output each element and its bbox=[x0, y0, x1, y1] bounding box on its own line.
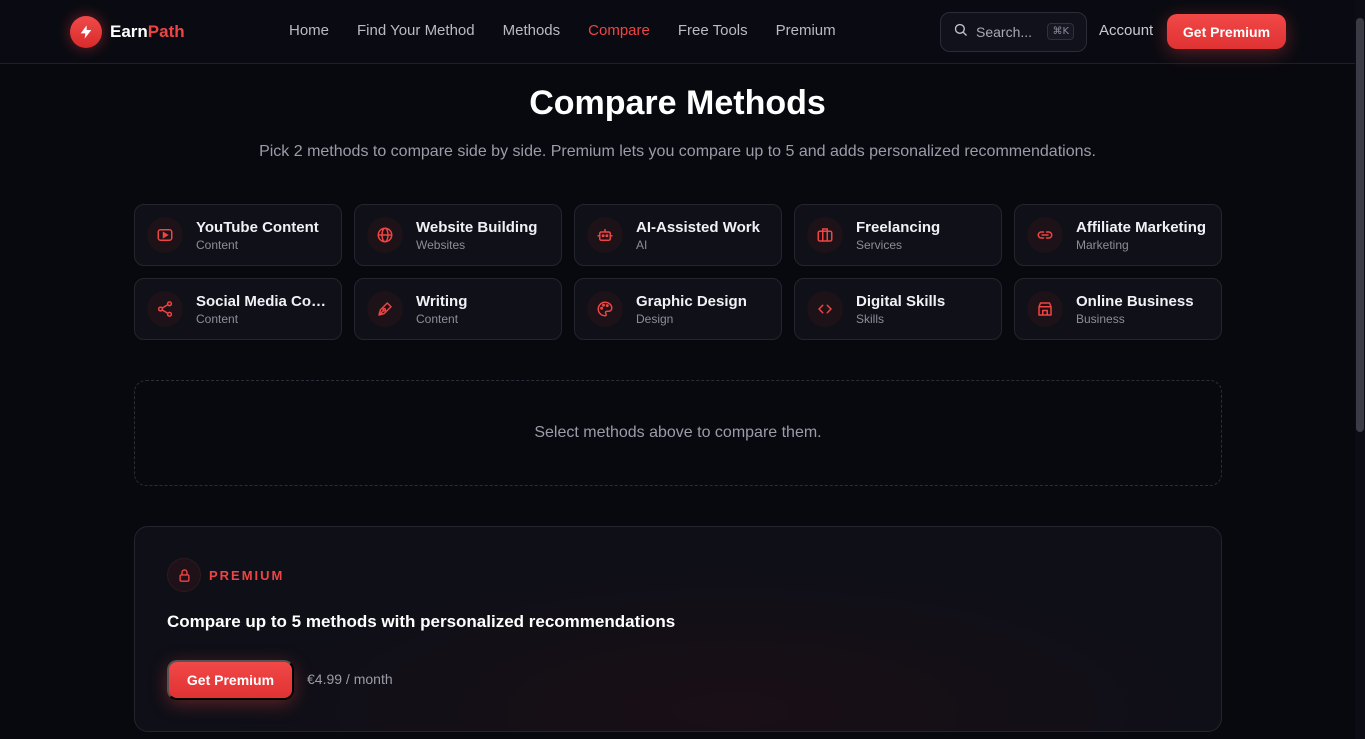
bolt-icon bbox=[70, 16, 102, 48]
method-category: AI bbox=[636, 237, 648, 252]
robot-icon bbox=[587, 217, 623, 253]
nav-find-your-method[interactable]: Find Your Method bbox=[357, 22, 475, 39]
method-title: AI-Assisted Work bbox=[636, 218, 760, 236]
top-navbar: EarnPath Home Find Your Method Methods C… bbox=[0, 0, 1355, 64]
method-card-website-building[interactable]: Website Building Websites bbox=[354, 204, 562, 266]
method-category: Content bbox=[196, 311, 239, 326]
brand-name: EarnPath bbox=[110, 22, 185, 41]
method-card-writing[interactable]: Writing Content bbox=[354, 278, 562, 340]
premium-promo-card: PREMIUM Compare up to 5 methods with per… bbox=[134, 526, 1222, 732]
method-card-ai-assisted-work[interactable]: AI-Assisted Work AI bbox=[574, 204, 782, 266]
page-title: Compare Methods bbox=[529, 84, 826, 122]
method-card-graphic-design[interactable]: Graphic Design Design bbox=[574, 278, 782, 340]
method-card-digital-skills[interactable]: Digital Skills Skills bbox=[794, 278, 1002, 340]
get-premium-button[interactable]: Get Premium bbox=[1167, 14, 1286, 49]
code-icon bbox=[807, 291, 843, 327]
search-icon bbox=[953, 22, 968, 42]
method-title: Writing bbox=[416, 292, 468, 310]
main-nav: Home Find Your Method Methods Compare Fr… bbox=[289, 22, 836, 39]
method-title: Graphic Design bbox=[636, 292, 747, 310]
globe-icon bbox=[367, 217, 403, 253]
method-category: Content bbox=[416, 311, 459, 326]
briefcase-icon bbox=[807, 217, 843, 253]
promo-heading: Compare up to 5 methods with personalize… bbox=[167, 612, 676, 631]
method-card-affiliate-marketing[interactable]: Affiliate Marketing Marketing bbox=[1014, 204, 1222, 266]
palette-icon bbox=[587, 291, 623, 327]
methods-grid: YouTube Content Content Website Building… bbox=[134, 204, 1222, 340]
pen-icon bbox=[367, 291, 403, 327]
method-category: Marketing bbox=[1076, 237, 1129, 252]
method-category: Content bbox=[196, 237, 239, 252]
nav-methods[interactable]: Methods bbox=[503, 22, 561, 39]
method-title: Freelancing bbox=[856, 218, 941, 236]
method-category: Skills bbox=[856, 311, 885, 326]
empty-state-text: Select methods above to compare them. bbox=[534, 424, 822, 441]
share-icon bbox=[147, 291, 183, 327]
search-shortcut: ⌘K bbox=[1047, 23, 1074, 40]
lock-icon bbox=[167, 558, 201, 592]
premium-label: PREMIUM bbox=[209, 567, 285, 583]
store-icon bbox=[1027, 291, 1063, 327]
nav-compare[interactable]: Compare bbox=[588, 22, 650, 39]
method-title: Social Media Content bbox=[196, 292, 334, 310]
method-category: Websites bbox=[416, 237, 466, 252]
method-category: Services bbox=[856, 237, 903, 252]
method-card-youtube-content[interactable]: YouTube Content Content bbox=[134, 204, 342, 266]
method-card-freelancing[interactable]: Freelancing Services bbox=[794, 204, 1002, 266]
method-title: YouTube Content bbox=[196, 218, 319, 236]
page-subtitle: Pick 2 methods to compare side by side. … bbox=[259, 143, 1096, 160]
promo-get-premium-button[interactable]: Get Premium bbox=[167, 660, 294, 700]
method-category: Design bbox=[636, 311, 674, 326]
brand-logo[interactable]: EarnPath bbox=[70, 16, 185, 48]
method-title: Digital Skills bbox=[856, 292, 946, 310]
nav-free-tools[interactable]: Free Tools bbox=[678, 22, 748, 39]
youtube-icon bbox=[147, 217, 183, 253]
method-title: Affiliate Marketing bbox=[1076, 218, 1207, 236]
search-placeholder: Search... bbox=[976, 24, 1033, 40]
page-scrollbar[interactable] bbox=[1355, 0, 1365, 739]
premium-price: €4.99 / month bbox=[307, 671, 393, 687]
search-button[interactable]: Search... ⌘K bbox=[940, 12, 1087, 52]
method-card-social-media-content[interactable]: Social Media Content Content bbox=[134, 278, 342, 340]
method-title: Website Building bbox=[416, 218, 538, 236]
nav-premium[interactable]: Premium bbox=[776, 22, 836, 39]
nav-home[interactable]: Home bbox=[289, 22, 329, 39]
scrollbar-thumb[interactable] bbox=[1356, 18, 1364, 432]
link-icon bbox=[1027, 217, 1063, 253]
account-link[interactable]: Account bbox=[1099, 22, 1153, 39]
comparison-empty-state: Select methods above to compare them. bbox=[134, 380, 1222, 486]
method-title: Online Business bbox=[1076, 292, 1194, 310]
method-card-online-business[interactable]: Online Business Business bbox=[1014, 278, 1222, 340]
premium-badge: PREMIUM bbox=[167, 558, 284, 592]
method-category: Business bbox=[1076, 311, 1125, 326]
